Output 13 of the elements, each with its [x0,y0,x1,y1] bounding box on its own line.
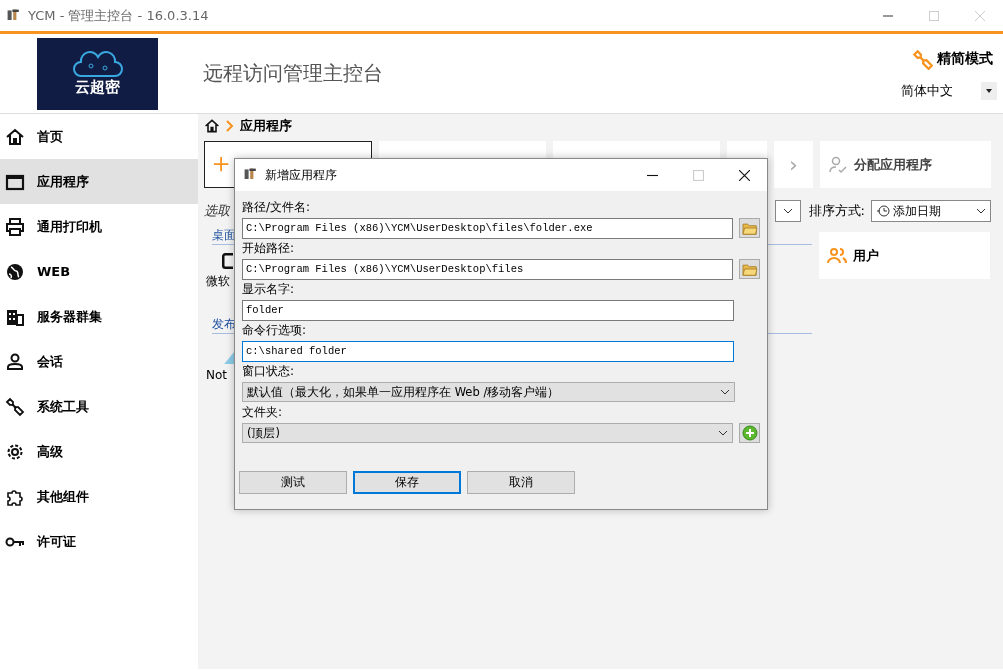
dialog-title: 新增应用程序 [265,166,337,184]
field-label: 路径/文件名: [242,199,312,216]
window-title: YCM - 管理主控台 - 16.0.3.14 [28,6,209,25]
app-name: Not [206,368,228,382]
logo-text: 云超密 [75,78,120,97]
sort-label: 排序方式: [808,202,865,220]
card-title: 用户 [853,246,879,265]
app-name: 微软 [206,273,230,290]
field-label: 窗口状态: [242,363,296,380]
select-label: 选取 [204,202,232,220]
field-label: 文件夹: [242,404,284,421]
field-label: 显示名字: [242,281,296,298]
app-title: 远程访问管理主控台 [203,60,383,87]
